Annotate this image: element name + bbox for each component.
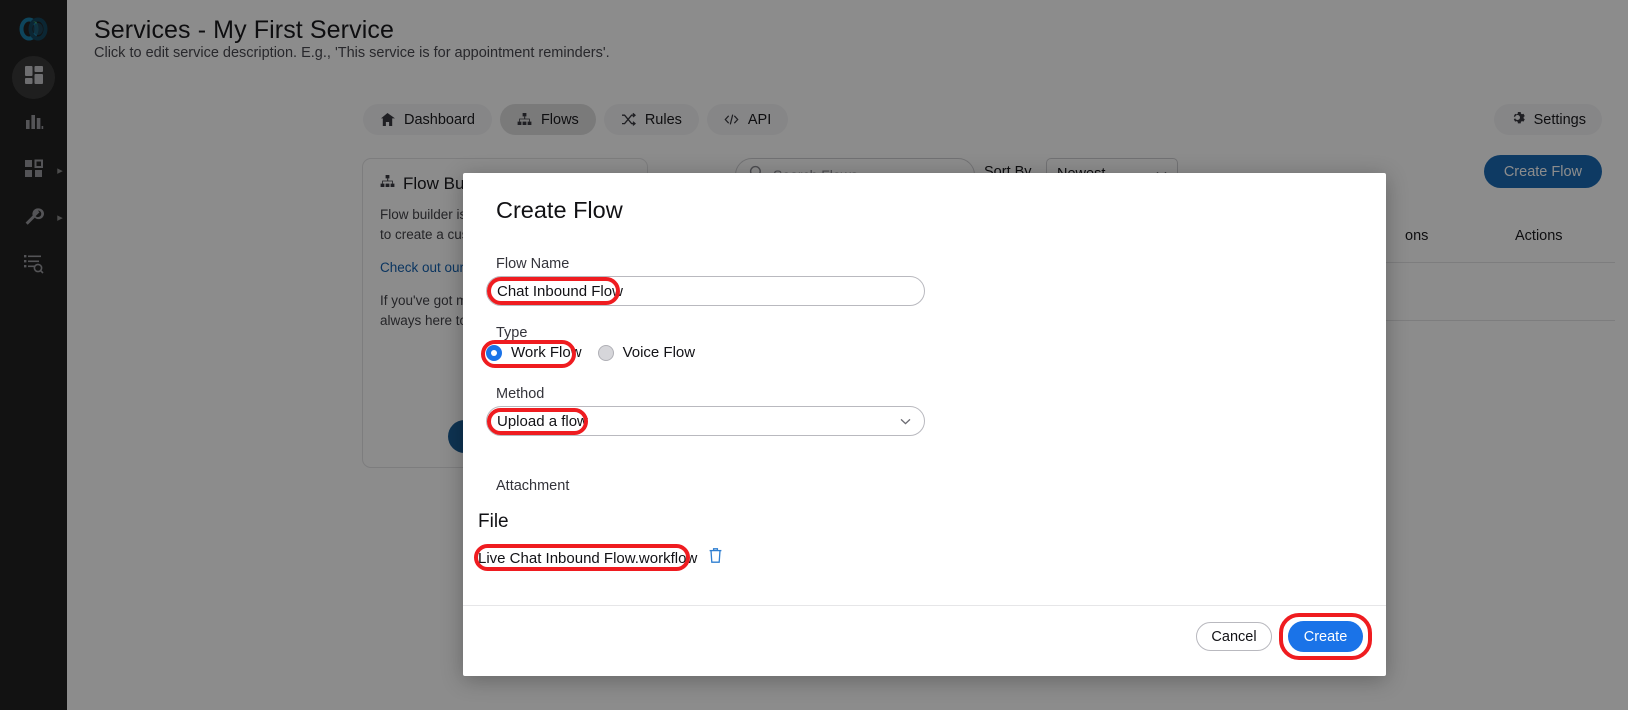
method-select[interactable]: Upload a flow [486, 406, 925, 436]
app-root: ▸ ▸ Services - My First Service Click to… [0, 0, 1628, 710]
cancel-button[interactable]: Cancel [1196, 622, 1272, 651]
attached-file-name: Live Chat Inbound Flow.workflow [478, 549, 698, 567]
flow-name-label: Flow Name [496, 256, 570, 272]
radio-work-flow-label: Work Flow [511, 344, 582, 361]
flow-name-input[interactable]: Chat Inbound Flow [486, 276, 925, 306]
radio-voice-flow-label: Voice Flow [622, 344, 696, 361]
attached-file-row: Live Chat Inbound Flow.workflow [478, 547, 723, 569]
chevron-down-icon [900, 418, 911, 425]
type-radio-group: Work Flow Voice Flow [486, 344, 711, 361]
modal-footer-divider [463, 605, 1386, 606]
create-button[interactable]: Create [1288, 621, 1363, 652]
trash-icon[interactable] [708, 547, 723, 569]
radio-voice-flow[interactable] [597, 344, 614, 361]
attachment-label: Attachment [496, 478, 570, 494]
method-select-value: Upload a flow [497, 412, 588, 430]
modal-title: Create Flow [496, 197, 623, 223]
type-label: Type [496, 325, 528, 341]
radio-work-flow[interactable] [486, 344, 502, 361]
method-label: Method [496, 386, 545, 402]
file-heading: File [478, 511, 509, 532]
